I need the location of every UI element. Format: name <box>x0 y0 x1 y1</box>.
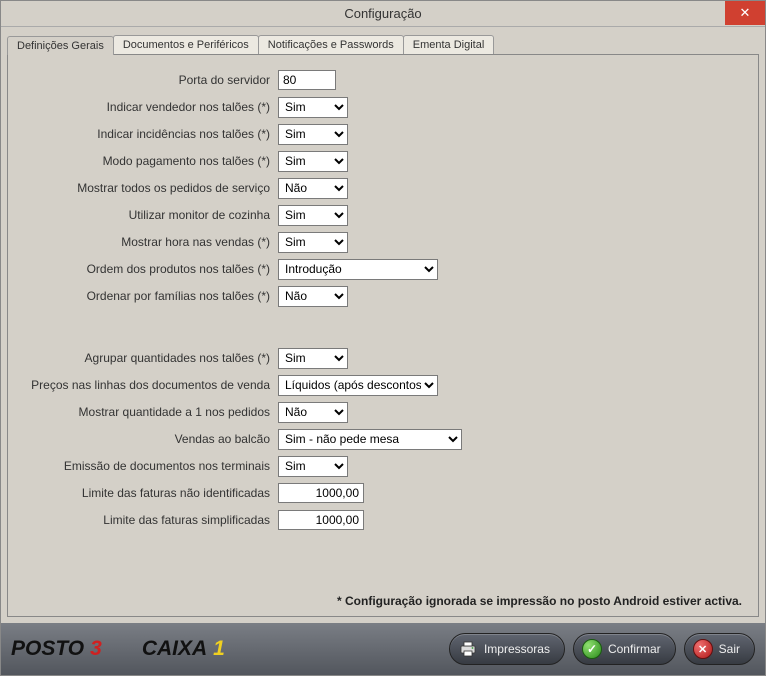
select-mostrar-pedidos-servico[interactable]: Não <box>278 178 348 199</box>
select-mostrar-hora-vendas[interactable]: Sim <box>278 232 348 253</box>
check-circle-icon: ✓ <box>582 639 602 659</box>
form: Porta do servidor Indicar vendedor nos t… <box>18 69 748 536</box>
caixa-number: 1 <box>213 637 225 661</box>
label-indicar-vendedor: Indicar vendedor nos talões (*) <box>18 100 278 114</box>
tab-definicoes-gerais[interactable]: Definições Gerais <box>7 36 114 55</box>
confirmar-label: Confirmar <box>608 642 661 656</box>
select-indicar-vendedor[interactable]: Sim <box>278 97 348 118</box>
printer-icon <box>458 639 478 659</box>
label-ordem-produtos: Ordem dos produtos nos talões (*) <box>18 262 278 276</box>
select-indicar-incidencias[interactable]: Sim <box>278 124 348 145</box>
select-emissao-docs-terminais[interactable]: Sim <box>278 456 348 477</box>
label-agrupar-quantidades: Agrupar quantidades nos talões (*) <box>18 351 278 365</box>
select-ordenar-familias[interactable]: Não <box>278 286 348 307</box>
label-limite-faturas-nao-id: Limite das faturas não identificadas <box>18 486 278 500</box>
footer-bar: POSTO 3 CAIXA 1 Impressoras ✓ Confirma <box>1 623 765 675</box>
x-circle-icon: ✕ <box>693 639 713 659</box>
impressoras-label: Impressoras <box>484 642 550 656</box>
select-modo-pagamento[interactable]: Sim <box>278 151 348 172</box>
label-mostrar-qtd-1: Mostrar quantidade a 1 nos pedidos <box>18 405 278 419</box>
footer-info: POSTO 3 CAIXA 1 <box>11 637 225 661</box>
label-mostrar-pedidos-servico: Mostrar todos os pedidos de serviço <box>18 181 278 195</box>
label-ordenar-familias: Ordenar por famílias nos talões (*) <box>18 289 278 303</box>
sair-button[interactable]: ✕ Sair <box>684 633 755 665</box>
tab-documentos-perifericos[interactable]: Documentos e Periféricos <box>113 35 259 54</box>
select-mostrar-qtd-1[interactable]: Não <box>278 402 348 423</box>
label-precos-linhas: Preços nas linhas dos documentos de vend… <box>18 378 278 392</box>
confirmar-button[interactable]: ✓ Confirmar <box>573 633 676 665</box>
select-ordem-produtos[interactable]: Introdução <box>278 259 438 280</box>
posto-label: POSTO <box>11 637 84 661</box>
posto-number: 3 <box>90 637 102 661</box>
label-monitor-cozinha: Utilizar monitor de cozinha <box>18 208 278 222</box>
titlebar: Configuração ✕ <box>1 1 765 27</box>
close-button[interactable]: ✕ <box>725 1 765 25</box>
select-agrupar-quantidades[interactable]: Sim <box>278 348 348 369</box>
label-vendas-balcao: Vendas ao balcão <box>18 432 278 446</box>
sair-label: Sair <box>719 642 740 656</box>
label-limite-faturas-simpl: Limite das faturas simplificadas <box>18 513 278 527</box>
select-vendas-balcao[interactable]: Sim - não pede mesa <box>278 429 462 450</box>
input-porta-servidor[interactable] <box>278 70 336 90</box>
tab-bar: Definições Gerais Documentos e Periféric… <box>7 35 759 55</box>
footnote: * Configuração ignorada se impressão no … <box>18 590 748 612</box>
caixa-label: CAIXA <box>142 637 207 661</box>
tab-notificacoes-passwords[interactable]: Notificações e Passwords <box>258 35 404 54</box>
close-icon: ✕ <box>740 5 751 21</box>
input-limite-faturas-nao-id[interactable] <box>278 483 364 503</box>
select-precos-linhas[interactable]: Líquidos (após descontos) <box>278 375 438 396</box>
window-title: Configuração <box>344 6 421 21</box>
impressoras-button[interactable]: Impressoras <box>449 633 565 665</box>
label-indicar-incidencias: Indicar incidências nos talões (*) <box>18 127 278 141</box>
content-panel: Porta do servidor Indicar vendedor nos t… <box>7 55 759 617</box>
label-modo-pagamento: Modo pagamento nos talões (*) <box>18 154 278 168</box>
label-mostrar-hora-vendas: Mostrar hora nas vendas (*) <box>18 235 278 249</box>
select-monitor-cozinha[interactable]: Sim <box>278 205 348 226</box>
label-emissao-docs-terminais: Emissão de documentos nos terminais <box>18 459 278 473</box>
config-window: Configuração ✕ Definições Gerais Documen… <box>0 0 766 676</box>
input-limite-faturas-simpl[interactable] <box>278 510 364 530</box>
tab-ementa-digital[interactable]: Ementa Digital <box>403 35 495 54</box>
label-porta-servidor: Porta do servidor <box>18 73 278 87</box>
